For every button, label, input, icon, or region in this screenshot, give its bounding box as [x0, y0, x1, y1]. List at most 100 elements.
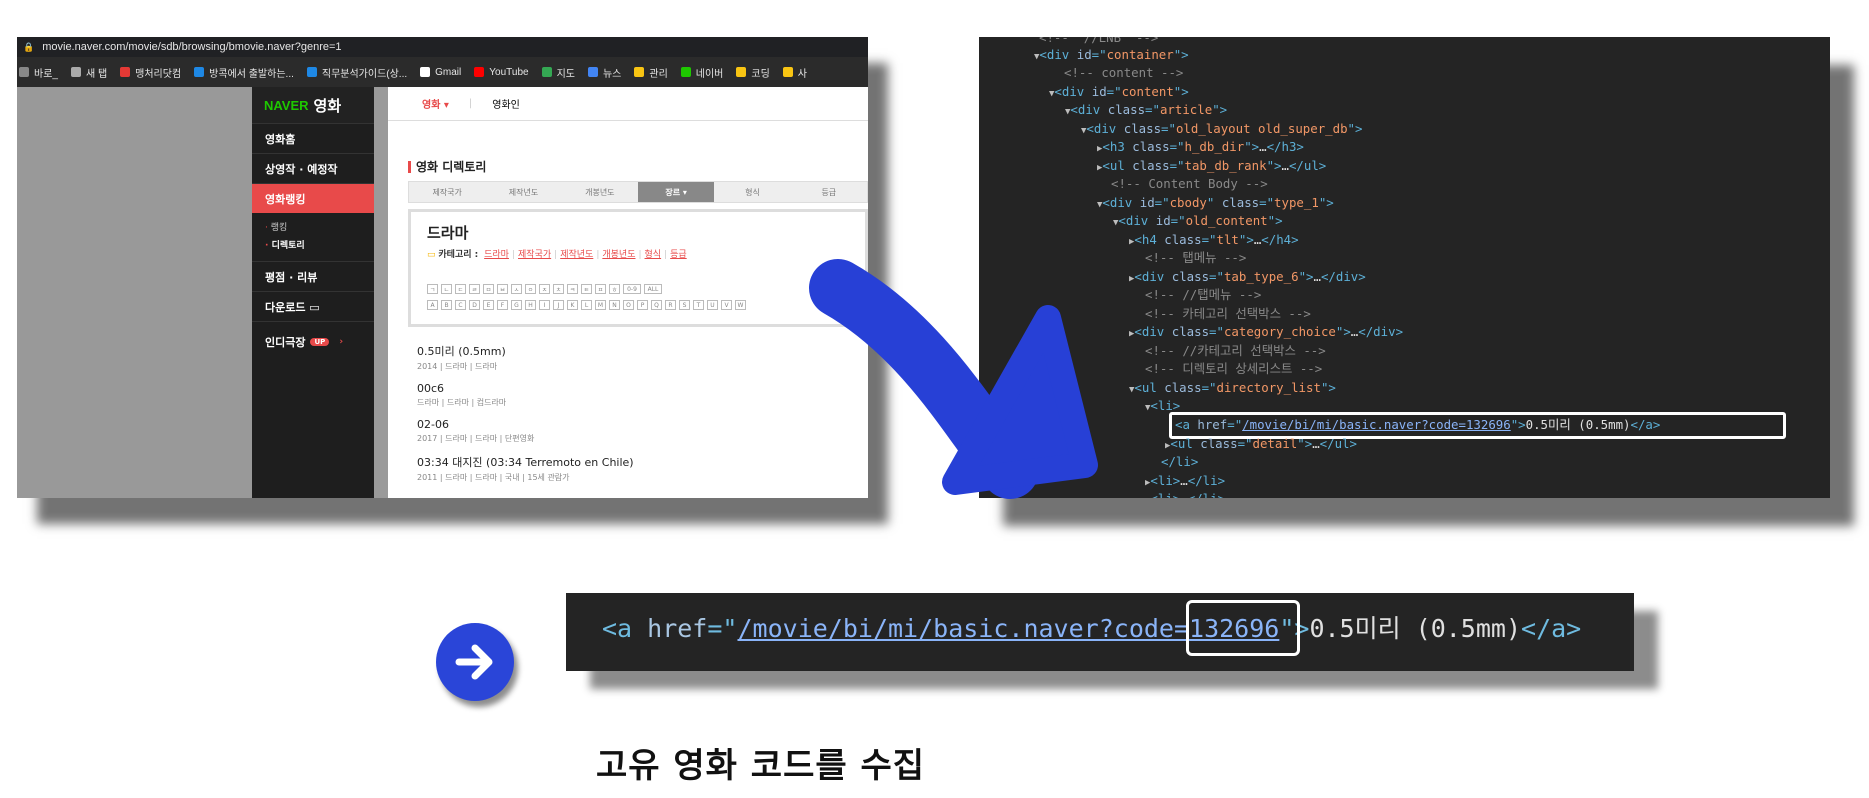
- letter-index-button[interactable]: ㅇ: [525, 284, 536, 294]
- bookmark-item[interactable]: 직무분석가이드(상...: [306, 65, 407, 80]
- bookmark-item[interactable]: 방콕에서 출발하는...: [194, 65, 294, 80]
- sidebar-item-home[interactable]: 영화홈: [252, 123, 374, 153]
- letter-index-button[interactable]: C: [455, 300, 466, 310]
- filter-tab[interactable]: 등급: [791, 182, 867, 202]
- letter-index-button[interactable]: W: [735, 300, 746, 310]
- letter-index-button[interactable]: L: [581, 300, 592, 310]
- bookmark-item[interactable]: 네이버: [680, 65, 723, 80]
- letter-index-button[interactable]: ㄱ: [427, 284, 438, 294]
- category-link[interactable]: 드라마: [484, 250, 509, 260]
- letter-index-button[interactable]: T: [693, 300, 704, 310]
- category-label: 카테고리 :: [438, 250, 479, 260]
- letter-index-button[interactable]: E: [483, 300, 494, 310]
- letter-index-button[interactable]: J: [553, 300, 564, 310]
- letter-index-button[interactable]: O: [623, 300, 634, 310]
- code-line-directory-list[interactable]: ▼<ul class="directory_list">: [1129, 379, 1336, 399]
- bookmark-item[interactable]: 사: [782, 65, 807, 80]
- sidebar-item-indie[interactable]: 인디극장 UP ›: [252, 321, 374, 361]
- address-bar[interactable]: 🔒 movie.naver.com/movie/sdb/browsing/bmo…: [17, 37, 868, 57]
- code-line-li-next[interactable]: ▶<li>…</li>: [1145, 472, 1225, 492]
- filter-tab[interactable]: 형식: [714, 182, 790, 202]
- letter-index-button[interactable]: ㅂ: [497, 284, 508, 294]
- code-line-h4[interactable]: ▶<h4 class="tlt">…</h4>: [1129, 231, 1299, 251]
- letter-index-button[interactable]: A: [427, 300, 438, 310]
- movie-title-link[interactable]: 0.5미리 (0.5mm): [417, 343, 634, 359]
- code-line-article[interactable]: ▼<div class="article">: [1065, 101, 1227, 121]
- letter-index-button[interactable]: R: [665, 300, 676, 310]
- category-link[interactable]: 형식: [645, 250, 662, 260]
- letter-index-button[interactable]: S: [679, 300, 690, 310]
- tab-movie[interactable]: 영화 ▾: [422, 96, 449, 111]
- letter-index-button[interactable]: ㅊ: [553, 284, 564, 294]
- code-line-container[interactable]: ▼<div id="container">: [1034, 46, 1189, 66]
- bookmark-item[interactable]: 바로_: [19, 65, 58, 80]
- letter-index-button[interactable]: ㅋ: [567, 284, 578, 294]
- filter-tab[interactable]: 제작국가: [409, 182, 485, 202]
- naver-movie-logo[interactable]: NAVER 영화: [252, 87, 374, 123]
- letter-index-button[interactable]: ㅁ: [483, 284, 494, 294]
- letter-index-button[interactable]: H: [525, 300, 536, 310]
- code-comment-body: <!-- Content Body -->: [1111, 176, 1268, 191]
- page-background: [17, 87, 252, 498]
- code-line-h3[interactable]: ▶<h3 class="h_db_dir">…</h3>: [1097, 138, 1304, 158]
- sidebar-item-ranking[interactable]: 영화랭킹: [252, 183, 374, 213]
- letter-index-button[interactable]: ㅎ: [609, 284, 620, 294]
- code-line-tab[interactable]: ▶<div class="tab_type_6">…</div>: [1129, 268, 1366, 288]
- category-link[interactable]: 등급: [670, 250, 687, 260]
- letter-index-button[interactable]: Q: [651, 300, 662, 310]
- movie-title-link[interactable]: 02-06: [417, 418, 634, 431]
- code-line-category[interactable]: ▶<div class="category_choice">…</div>: [1129, 323, 1403, 343]
- letter-index-button[interactable]: G: [511, 300, 522, 310]
- code-line-old-content[interactable]: ▼<div id="old_content">: [1113, 212, 1283, 232]
- letter-index-button[interactable]: I: [539, 300, 550, 310]
- letter-index-button[interactable]: V: [721, 300, 732, 310]
- category-link[interactable]: 제작년도: [560, 250, 593, 260]
- movie-title-link[interactable]: 00c6: [417, 382, 634, 395]
- sidebar-sub-ranking[interactable]: 랭킹: [265, 219, 374, 237]
- letter-index-button[interactable]: K: [567, 300, 578, 310]
- bookmark-icon: [306, 67, 317, 77]
- filter-tab[interactable]: 제작년도: [485, 182, 561, 202]
- letter-index-button[interactable]: M: [595, 300, 606, 310]
- bookmark-item[interactable]: YouTube: [474, 67, 529, 78]
- letter-index-button[interactable]: 0-9: [623, 284, 641, 294]
- tab-person[interactable]: 영화인: [492, 96, 520, 111]
- filter-tab[interactable]: 장르 ▾: [637, 182, 715, 202]
- category-link[interactable]: 제작국가: [518, 250, 551, 260]
- code-line-li-next2[interactable]: ▶<li>…</li>: [1145, 490, 1225, 498]
- letter-index-button[interactable]: ㄷ: [455, 284, 466, 294]
- code-line-content[interactable]: ▼<div id="content">: [1049, 83, 1189, 103]
- code-line-ul-rank[interactable]: ▶<ul class="tab_db_rank">…</ul>: [1097, 157, 1326, 177]
- bookmark-item[interactable]: 지도: [541, 65, 575, 80]
- letter-index-button[interactable]: ㅌ: [581, 284, 592, 294]
- sidebar-sub-directory[interactable]: 디렉토리: [265, 237, 374, 255]
- sidebar-item-now-showing[interactable]: 상영작 · 예정작: [252, 153, 374, 183]
- letter-index-button[interactable]: F: [497, 300, 508, 310]
- sidebar-item-download[interactable]: 다운로드 ▭: [252, 291, 374, 321]
- letter-index-button[interactable]: ㅈ: [539, 284, 550, 294]
- letter-index-button[interactable]: P: [637, 300, 648, 310]
- bookmark-item[interactable]: Gmail: [420, 67, 461, 78]
- bookmark-item[interactable]: 뉴스: [587, 65, 621, 80]
- movie-title-link[interactable]: 03:34 대지진 (03:34 Terremoto en Chile): [417, 454, 634, 470]
- letter-index-button[interactable]: U: [707, 300, 718, 310]
- sidebar-item-review[interactable]: 평점 · 리뷰: [252, 261, 374, 291]
- filter-tab[interactable]: 개봉년도: [562, 182, 638, 202]
- code-line-cbody[interactable]: ▼<div id="cbody" class="type_1">: [1097, 194, 1334, 214]
- category-link[interactable]: 개봉년도: [602, 250, 635, 260]
- letter-index-button[interactable]: B: [441, 300, 452, 310]
- lock-icon: 🔒: [23, 41, 35, 52]
- letter-index-button[interactable]: N: [609, 300, 620, 310]
- bookmark-item[interactable]: 관리: [634, 65, 668, 80]
- letter-index-button[interactable]: ㄹ: [469, 284, 480, 294]
- letter-index-button[interactable]: ALL: [644, 284, 662, 294]
- letter-index-button[interactable]: ㅅ: [511, 284, 522, 294]
- letter-index-button[interactable]: ㅍ: [595, 284, 606, 294]
- bookmark-item[interactable]: 코딩: [736, 65, 770, 80]
- bookmark-item[interactable]: 맹처리닷컴: [120, 65, 181, 80]
- code-line-layout[interactable]: ▼<div class="old_layout old_super_db">: [1081, 120, 1362, 140]
- code-line-ul-detail[interactable]: ▶<ul class="detail">…</ul>: [1165, 435, 1357, 455]
- letter-index-button[interactable]: ㄴ: [441, 284, 452, 294]
- bookmark-item[interactable]: 새 탭: [70, 65, 107, 80]
- letter-index-button[interactable]: D: [469, 300, 480, 310]
